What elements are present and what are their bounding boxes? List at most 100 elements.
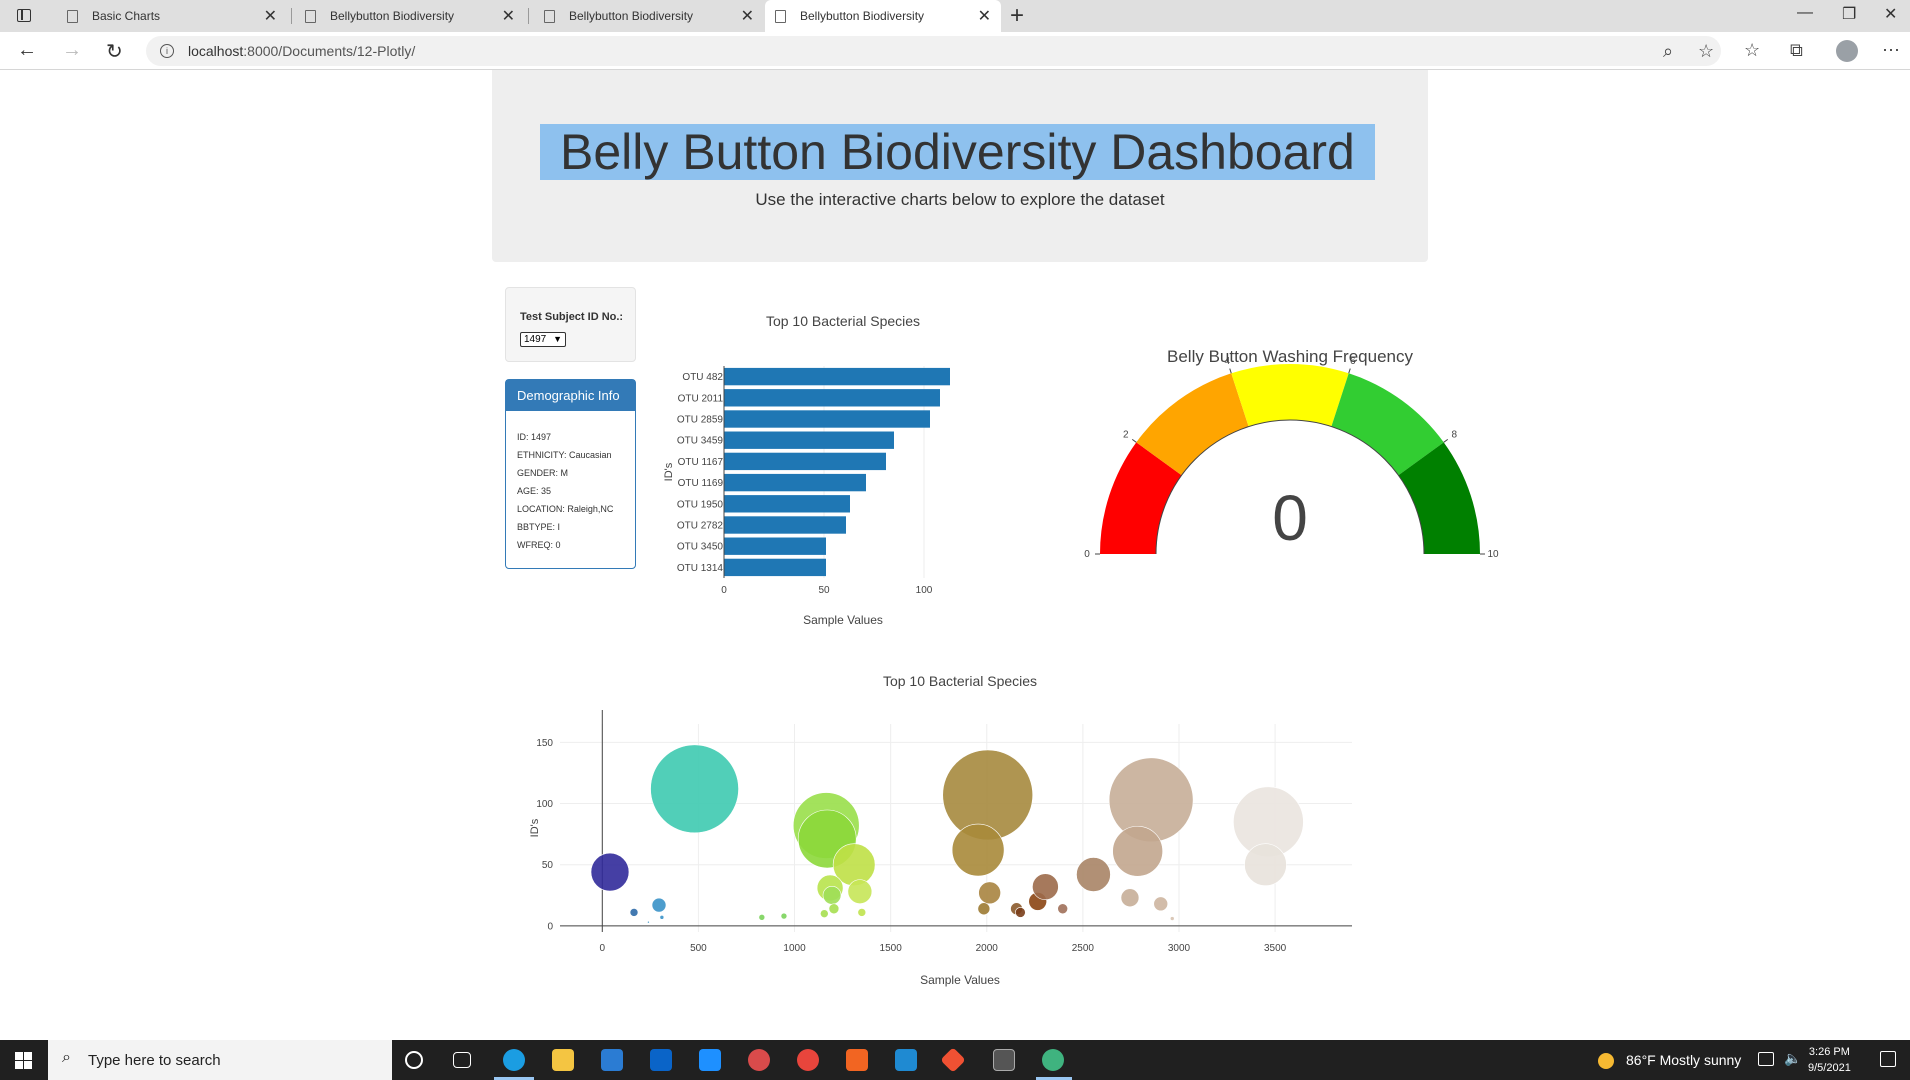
- top10-bar-chart[interactable]: Top 10 Bacterial Species 0 50 100 OTU 482 OTU…: [650, 300, 1030, 640]
- bar-category-label: OTU 3459: [677, 436, 724, 447]
- terminal-icon[interactable]: [993, 1049, 1015, 1071]
- store-icon[interactable]: [601, 1049, 623, 1071]
- dropbox-icon[interactable]: [699, 1049, 721, 1071]
- chrome-icon[interactable]: [797, 1049, 819, 1071]
- gauge-tick: [1348, 368, 1351, 374]
- gauge-tick-label: 4: [1224, 356, 1230, 367]
- back-icon[interactable]: ←: [17, 39, 37, 62]
- tab-separator: [528, 8, 529, 24]
- close-tab-icon[interactable]: ✕: [264, 6, 277, 26]
- bar-category-label: OTU 2782: [677, 521, 724, 532]
- minimize-icon[interactable]: —: [1797, 4, 1813, 22]
- profile-avatar[interactable]: [1836, 40, 1858, 62]
- gauge-tick-label: 10: [1487, 549, 1499, 560]
- bubble: [1112, 825, 1163, 877]
- tab-bellybutton-2[interactable]: Bellybutton Biodiversity ✕: [534, 0, 764, 32]
- address-bar[interactable]: i localhost:8000/Documents/12-Plotly/ ⌕ …: [146, 36, 1721, 66]
- notifications-icon[interactable]: [1880, 1051, 1896, 1067]
- gauge-tick-label: 0: [1084, 549, 1090, 560]
- clock-date: 9/5/2021: [1808, 1062, 1851, 1074]
- demo-age: AGE: 35: [517, 486, 552, 496]
- mail-icon[interactable]: [650, 1049, 672, 1071]
- site-info-icon[interactable]: i: [160, 44, 174, 58]
- bar-x-tick-label: 100: [916, 585, 933, 596]
- bubble-y-tick-label: 150: [536, 738, 553, 749]
- tab-bellybutton-active[interactable]: Bellybutton Biodiversity ✕: [765, 0, 1001, 32]
- gauge-tick: [1131, 438, 1137, 443]
- demo-ethnicity: ETHNICITY: Caucasian: [517, 450, 612, 460]
- tab-bellybutton-1[interactable]: Bellybutton Biodiversity ✕: [295, 0, 525, 32]
- url-text[interactable]: localhost:8000/Documents/12-Plotly/: [188, 43, 415, 59]
- bar-category-label: OTU 482: [682, 372, 723, 383]
- bubble: [857, 908, 867, 917]
- gauge-tick: [1443, 438, 1449, 443]
- bar-category-label: OTU 1950: [677, 499, 724, 510]
- bar-y-axis-title: ID's: [663, 462, 675, 481]
- close-tab-icon[interactable]: ✕: [978, 6, 991, 26]
- bubble: [820, 909, 829, 918]
- network-icon[interactable]: [1758, 1052, 1774, 1066]
- bubble-chart[interactable]: Top 10 Bacterial Species0 500 1000 1500 2000…: [510, 660, 1880, 1000]
- task-view-icon[interactable]: [453, 1052, 471, 1068]
- bubble: [659, 915, 665, 920]
- collections-icon[interactable]: ⧉: [1790, 40, 1803, 61]
- new-tab-icon[interactable]: +: [1010, 2, 1024, 30]
- panel-heading: Demographic Info: [506, 380, 635, 411]
- bubble: [1057, 903, 1068, 915]
- favorites-icon[interactable]: ☆: [1744, 40, 1760, 61]
- refresh-icon[interactable]: ↻: [106, 39, 123, 64]
- tab-basic-charts[interactable]: Basic Charts ✕: [57, 0, 287, 32]
- more-menu-icon[interactable]: ⋯: [1882, 40, 1900, 61]
- close-window-icon[interactable]: ✕: [1884, 4, 1897, 24]
- bar: [724, 452, 886, 471]
- restore-icon[interactable]: ❐: [1842, 4, 1856, 24]
- bubble: [1015, 907, 1026, 918]
- anaconda-icon[interactable]: [1042, 1049, 1064, 1071]
- bubble-y-tick-label: 50: [542, 860, 554, 871]
- demo-bbtype: BBTYPE: I: [517, 522, 561, 532]
- bar: [724, 516, 846, 534]
- bubble: [1032, 873, 1059, 901]
- bar: [724, 410, 930, 428]
- taskbar-clock[interactable]: 3:26 PM 9/5/2021: [1808, 1044, 1851, 1076]
- windows-start-icon[interactable]: [15, 1052, 32, 1069]
- snip-icon[interactable]: [748, 1049, 770, 1071]
- tab-title: Bellybutton Biodiversity: [800, 9, 925, 23]
- taskbar-search[interactable]: ⌕ Type here to search: [48, 1040, 392, 1080]
- bubble-x-tick-label: 0: [600, 943, 606, 954]
- volume-icon[interactable]: 🔈: [1784, 1050, 1801, 1066]
- gauge-tick-label: 2: [1123, 430, 1129, 441]
- bar-category-label: OTU 2011: [678, 393, 724, 404]
- weather-text[interactable]: 86°F Mostly sunny: [1626, 1052, 1741, 1068]
- forward-icon[interactable]: →: [62, 39, 82, 62]
- git-icon[interactable]: [940, 1047, 966, 1073]
- bubble: [847, 879, 873, 904]
- bar-x-tick-label: 50: [818, 585, 830, 596]
- bar-category-label: OTU 1314: [677, 563, 724, 574]
- file-explorer-icon[interactable]: [552, 1049, 574, 1071]
- selected-subject-id: 1497: [524, 334, 547, 345]
- bar-x-axis-title: Sample Values: [803, 613, 883, 627]
- edge-icon[interactable]: [503, 1049, 525, 1071]
- header-jumbotron: Belly Button Biodiversity Dashboard Use …: [492, 70, 1428, 262]
- close-tab-icon[interactable]: ✕: [502, 6, 515, 26]
- vscode-icon[interactable]: [895, 1049, 917, 1071]
- close-tab-icon[interactable]: ✕: [741, 6, 754, 26]
- bubble: [1076, 857, 1111, 892]
- add-favorite-icon[interactable]: ☆: [1698, 41, 1714, 62]
- bar: [724, 431, 894, 449]
- bubble-x-tick-label: 3500: [1264, 943, 1287, 954]
- gauge-title: Belly Button Washing Frequency: [1167, 347, 1413, 366]
- tab-actions-icon[interactable]: [17, 9, 31, 22]
- washing-frequency-gauge[interactable]: Belly Button Washing Frequency 0 2 4 6 8 10 0: [1080, 335, 1520, 575]
- zoom-icon[interactable]: ⌕: [1663, 41, 1673, 62]
- bar-category-label: OTU 1169: [678, 478, 724, 489]
- windows-taskbar: ⌕ Type here to search 86°F Mostly sunny …: [0, 1040, 1910, 1080]
- subject-id-select[interactable]: 1497 ▼: [520, 332, 566, 347]
- bubble-x-tick-label: 2500: [1072, 943, 1095, 954]
- dax-icon[interactable]: [846, 1049, 868, 1071]
- bubble-x-tick-label: 2000: [976, 943, 999, 954]
- page-icon: [67, 9, 78, 23]
- cortana-icon[interactable]: [405, 1051, 423, 1069]
- chevron-down-icon: ▼: [553, 334, 562, 344]
